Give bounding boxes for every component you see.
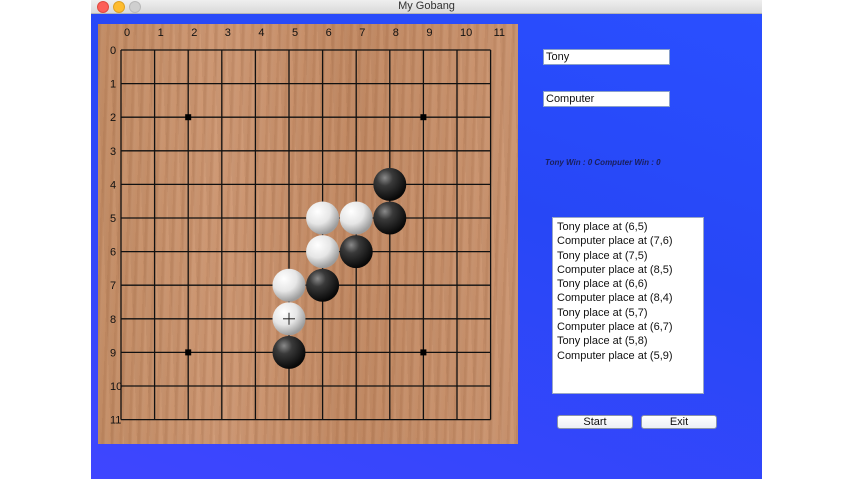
column-coordinate-label: 8 xyxy=(393,27,399,39)
black-stone xyxy=(339,235,373,269)
row-coordinate-label: 0 xyxy=(110,45,116,57)
white-stone xyxy=(339,201,373,235)
white-stone xyxy=(306,235,340,269)
start-button[interactable]: Start xyxy=(557,415,633,429)
log-entry[interactable]: Computer place at (7,6) xyxy=(557,234,703,248)
log-entry[interactable]: Tony place at (5,7) xyxy=(557,306,703,320)
row-coordinate-label: 1 xyxy=(110,79,116,91)
gobang-board[interactable]: 0 0 1 1 2 2 3 3 4 4 5 5 6 6 7 7 8 8 9 9 10 10 11 11 xyxy=(98,24,518,444)
score-label: Tony Win : 0 Computer Win : 0 xyxy=(545,158,661,167)
star-point xyxy=(420,114,427,121)
column-coordinate-label: 9 xyxy=(426,27,432,39)
column-coordinate-label: 5 xyxy=(292,27,298,39)
zoom-window-icon[interactable] xyxy=(129,1,141,13)
player-name-input[interactable] xyxy=(543,49,670,65)
column-coordinate-label: 3 xyxy=(225,27,231,39)
white-stone xyxy=(306,201,340,235)
row-coordinate-label: 5 xyxy=(110,213,116,225)
black-stone xyxy=(306,268,340,302)
star-point xyxy=(185,114,192,121)
row-coordinate-label: 11 xyxy=(110,415,121,427)
row-coordinate-label: 2 xyxy=(110,112,116,124)
row-coordinate-label: 8 xyxy=(110,314,116,326)
log-entry[interactable]: Tony place at (6,5) xyxy=(557,220,703,234)
log-entry[interactable]: Computer place at (8,4) xyxy=(557,291,703,305)
row-coordinate-label: 6 xyxy=(110,247,116,259)
log-entry[interactable]: Computer place at (8,5) xyxy=(557,263,703,277)
star-point xyxy=(420,349,427,356)
log-entry[interactable]: Tony place at (5,8) xyxy=(557,334,703,348)
minimize-window-icon[interactable] xyxy=(113,1,125,13)
computer-name-input[interactable] xyxy=(543,91,670,107)
column-coordinate-label: 0 xyxy=(124,27,130,39)
black-stone xyxy=(272,335,306,369)
log-entry[interactable]: Computer place at (6,7) xyxy=(557,320,703,334)
exit-button[interactable]: Exit xyxy=(641,415,717,429)
window-titlebar[interactable]: My Gobang xyxy=(91,0,762,14)
white-stone xyxy=(272,268,306,302)
black-stone xyxy=(373,201,407,235)
column-coordinate-label: 10 xyxy=(460,27,472,39)
window-title: My Gobang xyxy=(398,0,455,12)
column-coordinate-label: 6 xyxy=(326,27,332,39)
row-coordinate-label: 9 xyxy=(110,347,116,359)
row-coordinate-label: 4 xyxy=(110,179,116,191)
column-coordinate-label: 1 xyxy=(158,27,164,39)
board-grid[interactable]: 0011223344556677889910101111 xyxy=(98,24,518,444)
log-entry[interactable]: Tony place at (7,5) xyxy=(557,249,703,263)
row-coordinate-label: 3 xyxy=(110,146,116,158)
row-coordinate-label: 7 xyxy=(110,280,116,292)
column-coordinate-label: 7 xyxy=(359,27,365,39)
log-entry[interactable]: Computer place at (5,9) xyxy=(557,349,703,363)
log-entry[interactable]: Tony place at (6,6) xyxy=(557,277,703,291)
move-log-list[interactable]: Tony place at (6,5) Computer place at (7,… xyxy=(552,217,704,394)
black-stone xyxy=(373,167,407,201)
star-point xyxy=(185,349,192,356)
row-coordinate-label: 10 xyxy=(110,381,122,393)
close-window-icon[interactable] xyxy=(97,1,109,13)
column-coordinate-label: 11 xyxy=(494,27,505,39)
column-coordinate-label: 4 xyxy=(258,27,264,39)
column-coordinate-label: 2 xyxy=(191,27,197,39)
